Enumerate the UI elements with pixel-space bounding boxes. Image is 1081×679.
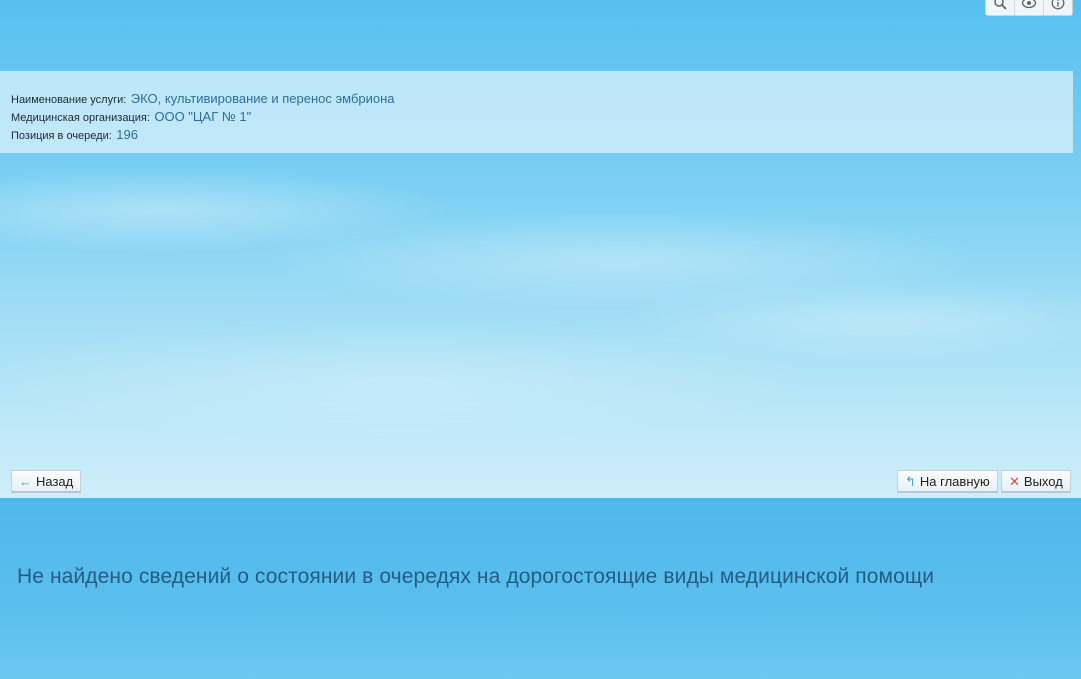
zoom-button[interactable] <box>986 0 1014 15</box>
back-button-label: Назад <box>36 473 74 489</box>
service-label: Наименование услуги: <box>11 94 127 106</box>
exit-button-label: Выход <box>1023 473 1063 489</box>
queue-position-label: Позиция в очереди: <box>11 130 112 142</box>
service-row: Наименование услуги: ЭКО, культивировани… <box>11 90 395 108</box>
queue-position-value: 196 <box>116 127 138 142</box>
home-button-label: На главную <box>919 473 990 489</box>
arrow-back-icon: ↰ <box>905 473 916 489</box>
eye-icon <box>1021 0 1037 9</box>
service-value: ЭКО, культивирование и перенос эмбриона <box>130 91 395 106</box>
page: Наименование услуги: ЭКО, культивировани… <box>0 0 1081 679</box>
arrow-left-icon: ← <box>19 473 32 489</box>
accessibility-toolbar <box>985 0 1073 16</box>
no-data-message: Не найдено сведений о состоянии в очеред… <box>17 565 935 588</box>
organization-label: Медицинская организация: <box>11 112 150 124</box>
organization-value: ООО "ЦАГ № 1" <box>154 109 252 124</box>
zoom-icon <box>994 0 1007 10</box>
info-icon <box>1051 0 1065 10</box>
close-icon: ✕ <box>1009 473 1020 489</box>
service-info-rows: Наименование услуги: ЭКО, культивировани… <box>11 90 395 144</box>
exit-button[interactable]: ✕ Выход <box>1001 470 1071 493</box>
queue-position-row: Позиция в очереди: 196 <box>11 126 395 144</box>
vision-button[interactable] <box>1014 0 1043 15</box>
service-info-panel: Наименование услуги: ЭКО, культивировани… <box>0 71 1073 153</box>
home-button[interactable]: ↰ На главную <box>897 470 998 493</box>
organization-row: Медицинская организация: ООО "ЦАГ № 1" <box>11 108 395 126</box>
back-button[interactable]: ← Назад <box>11 470 82 493</box>
info-button[interactable] <box>1043 0 1072 15</box>
